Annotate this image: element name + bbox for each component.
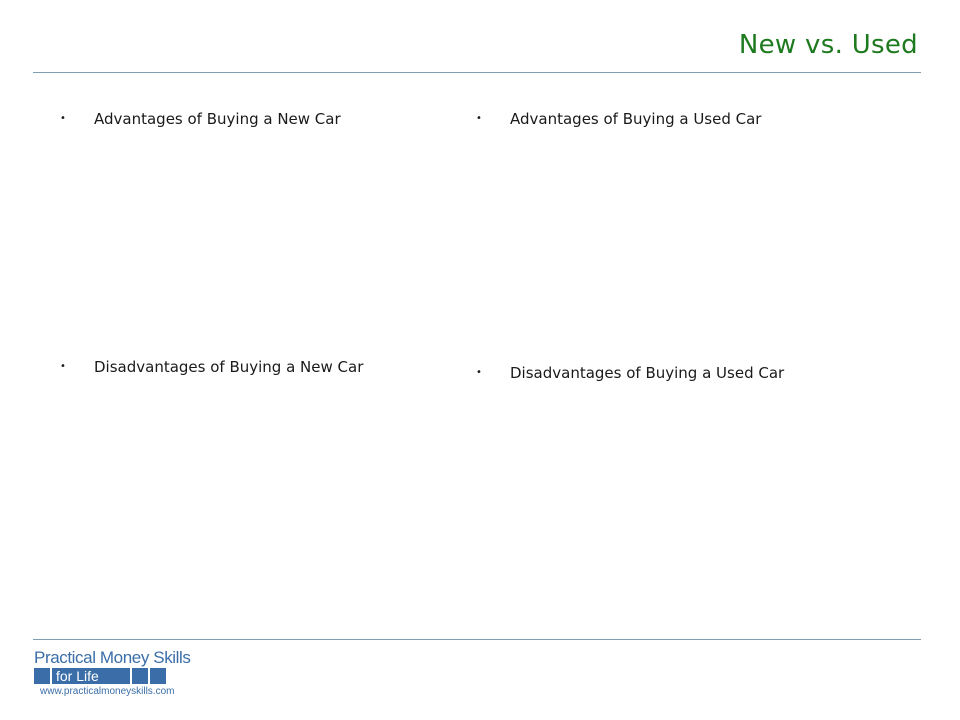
- bottom-divider: [33, 639, 921, 640]
- bullet-marker: •: [60, 113, 66, 124]
- bullet-text: Advantages of Buying a New Car: [94, 110, 341, 128]
- logo-url: www.practicalmoneyskills.com: [40, 686, 175, 697]
- logo-block: [34, 668, 50, 684]
- logo-block: [132, 668, 148, 684]
- bullet-new-disadvantages: • Disadvantages of Buying a New Car: [60, 358, 363, 376]
- bullet-marker: •: [476, 367, 482, 378]
- logo-block: [150, 668, 166, 684]
- logo-tagline: for Life: [52, 668, 130, 684]
- logo-name: Practical Money Skills: [34, 648, 191, 667]
- bullet-marker: •: [60, 361, 66, 372]
- bullet-marker: •: [476, 113, 482, 124]
- bullet-text: Disadvantages of Buying a New Car: [94, 358, 364, 376]
- slide-title: New vs. Used: [738, 30, 918, 60]
- practical-money-skills-logo: Practical Money Skills for Life www.prac…: [34, 648, 204, 698]
- bullet-text: Disadvantages of Buying a Used Car: [510, 364, 785, 382]
- bullet-used-advantages: • Advantages of Buying a Used Car: [476, 110, 761, 128]
- bullet-used-disadvantages: • Disadvantages of Buying a Used Car: [476, 364, 784, 382]
- bullet-new-advantages: • Advantages of Buying a New Car: [60, 110, 341, 128]
- top-divider: [33, 72, 921, 73]
- bullet-text: Advantages of Buying a Used Car: [510, 110, 762, 128]
